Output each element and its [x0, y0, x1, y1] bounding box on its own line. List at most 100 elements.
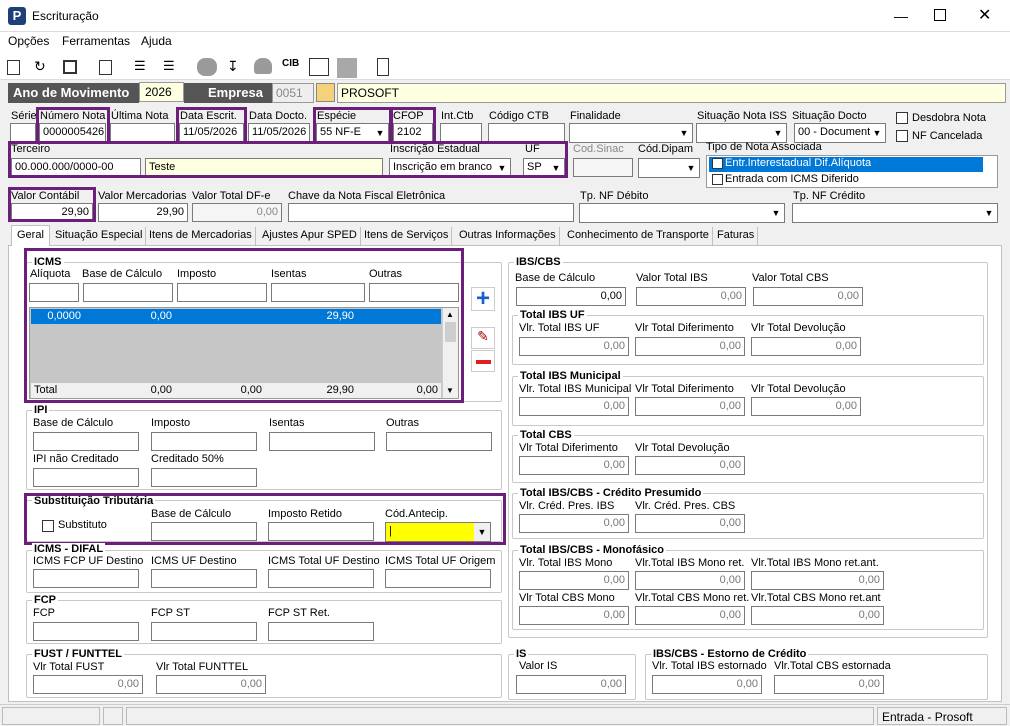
- fust-input[interactable]: 0,00: [33, 675, 143, 694]
- difal-total-origem-label: ICMS Total UF Origem: [385, 555, 496, 567]
- status-panel: [2, 707, 100, 725]
- difal-fcp-label: ICMS FCP UF Destino: [33, 555, 144, 567]
- codctb-field[interactable]: [488, 123, 565, 142]
- desdobra-checkbox[interactable]: [896, 112, 908, 124]
- tp-debito-select[interactable]: ▼: [579, 203, 785, 223]
- ibs-mun-title: Total IBS Municipal: [518, 370, 623, 382]
- pres-ibs-label: Vlr. Créd. Pres. IBS: [519, 500, 615, 512]
- intctb-label: Int.Ctb: [441, 110, 474, 122]
- add-icon[interactable]: +: [471, 287, 495, 311]
- ipi-isentas-input[interactable]: [269, 432, 375, 451]
- ibscbs-base-input[interactable]: 0,00: [516, 287, 626, 306]
- menu-bar: Opções Ferramentas Ajuda: [0, 32, 1010, 50]
- difal-total-destino-label: ICMS Total UF Destino: [268, 555, 380, 567]
- filter-list-icon[interactable]: ☰: [163, 58, 181, 76]
- is-input[interactable]: 0,00: [516, 675, 626, 694]
- serie-field[interactable]: [10, 123, 36, 142]
- valor-merc-field[interactable]: 29,90: [98, 203, 188, 222]
- tab-itens-mercadorias[interactable]: Itens de Mercadorias: [146, 227, 256, 245]
- minimize-icon[interactable]: —: [893, 8, 909, 24]
- remove-icon[interactable]: [471, 350, 495, 372]
- ipi-nao-creditado-input[interactable]: [33, 468, 139, 487]
- highlight-cfop: [390, 107, 436, 144]
- app-icon: P: [8, 7, 26, 25]
- tab-outras-informacoes[interactable]: Outras Informações: [456, 227, 560, 245]
- cod-dipam-label: Cód.Dipam: [638, 143, 694, 155]
- funttel-input[interactable]: 0,00: [156, 675, 266, 694]
- close-icon[interactable]: ✕: [978, 5, 991, 25]
- ipi-base-input[interactable]: [33, 432, 139, 451]
- ultima-label: Última Nota: [111, 110, 169, 122]
- save-icon[interactable]: [63, 60, 77, 74]
- ano-field[interactable]: 2026: [139, 82, 184, 102]
- ibscbs-cbs-input: 0,00: [753, 287, 863, 306]
- tp-credito-select[interactable]: ▼: [792, 203, 998, 223]
- fcp-st-input[interactable]: [151, 622, 257, 641]
- tab-faturas[interactable]: Faturas: [714, 227, 759, 245]
- chave-label: Chave da Nota Fiscal Eletrônica: [288, 190, 446, 202]
- ipi-creditado-50-input[interactable]: [151, 468, 257, 487]
- ibs-uf-dif-input: 0,00: [635, 337, 745, 356]
- intctb-field[interactable]: [440, 123, 482, 142]
- print-preview-icon[interactable]: [99, 60, 112, 75]
- tab-ajustes-sped[interactable]: Ajustes Apur SPED: [259, 227, 361, 245]
- difal-total-destino-input[interactable]: [268, 569, 374, 588]
- tab-conhecimento-transporte[interactable]: Conhecimento de Transporte: [564, 227, 713, 245]
- import-icon[interactable]: ↧: [227, 58, 245, 76]
- maximize-icon[interactable]: [934, 9, 946, 21]
- exit-door-icon[interactable]: [377, 58, 389, 76]
- fcp-label: FCP: [33, 607, 55, 619]
- sit-docto-select[interactable]: 00 - Document ▼: [794, 123, 886, 143]
- chevron-down-icon: ▼: [984, 208, 994, 218]
- edit-pencil-icon[interactable]: ✎: [471, 327, 495, 349]
- is-label: Valor IS: [519, 660, 558, 672]
- fcp-st-ret-input[interactable]: [268, 622, 374, 641]
- tab-situacao-especial[interactable]: Situação Especial: [52, 227, 147, 245]
- ipi-outras-input[interactable]: [386, 432, 492, 451]
- data-docto-field[interactable]: 11/05/2026: [248, 123, 310, 142]
- difal-fcp-input[interactable]: [33, 569, 139, 588]
- tipo-nota-checkbox[interactable]: [712, 158, 723, 169]
- ultima-field[interactable]: [110, 123, 175, 142]
- tab-itens-servicos[interactable]: Itens de Serviços: [361, 227, 453, 245]
- data-docto-label: Data Docto.: [249, 110, 308, 122]
- ibs-uf-dev-input: 0,00: [751, 337, 861, 356]
- difal-uf-input[interactable]: [151, 569, 257, 588]
- calculator-icon[interactable]: CIB: [282, 58, 300, 76]
- chave-field[interactable]: [288, 203, 574, 222]
- status-text: Entrada - Prosoft: [877, 707, 1007, 725]
- mono-cbs-label: Vlr Total CBS Mono: [519, 592, 615, 604]
- list-item[interactable]: Entr.Interestadual Dif.Alíquota: [709, 157, 983, 172]
- list-item[interactable]: Entrada com ICMS Diferido: [709, 173, 983, 188]
- menu-ferramentas[interactable]: Ferramentas: [62, 34, 130, 48]
- finalidade-select[interactable]: ▼: [569, 123, 693, 143]
- fcp-input[interactable]: [33, 622, 139, 641]
- mono-title: Total IBS/CBS - Monofásico: [518, 544, 667, 556]
- cloud-icon[interactable]: [254, 58, 272, 74]
- difal-total-origem-input[interactable]: [385, 569, 491, 588]
- chevron-down-icon: ▼: [773, 128, 783, 138]
- ipi-base-label: Base de Cálculo: [33, 417, 114, 429]
- tab-geral[interactable]: Geral: [11, 225, 50, 246]
- tipo-nota-checkbox[interactable]: [712, 174, 723, 185]
- tp-credito-label: Tp. NF Crédito: [793, 190, 866, 202]
- valor-merc-label: Valor Mercadorias: [98, 190, 187, 202]
- empresa-code-field: 0051: [272, 83, 314, 103]
- nf-cancelada-checkbox[interactable]: [896, 130, 908, 142]
- menu-opcoes[interactable]: Opções: [8, 34, 49, 48]
- columns-icon[interactable]: [309, 58, 329, 76]
- ibs-mun-dif-label: Vlr Total Diferimento: [635, 383, 734, 395]
- new-document-icon[interactable]: [7, 60, 20, 75]
- sit-iss-select[interactable]: ▼: [696, 123, 787, 143]
- pres-ibs-input: 0,00: [519, 514, 629, 533]
- apple-icon[interactable]: [197, 58, 217, 76]
- pres-cbs-label: Vlr. Créd. Pres. CBS: [635, 500, 736, 512]
- valor-dfe-label: Valor Total DF-e: [192, 190, 271, 202]
- tree-list-icon[interactable]: ☰: [134, 58, 152, 76]
- menu-ajuda[interactable]: Ajuda: [141, 34, 172, 48]
- ipi-imposto-input[interactable]: [151, 432, 257, 451]
- finalidade-label: Finalidade: [570, 110, 621, 122]
- cod-dipam-select[interactable]: ▼: [638, 158, 700, 178]
- folder-open-icon[interactable]: [316, 83, 335, 102]
- undo-icon[interactable]: ↻: [34, 58, 52, 76]
